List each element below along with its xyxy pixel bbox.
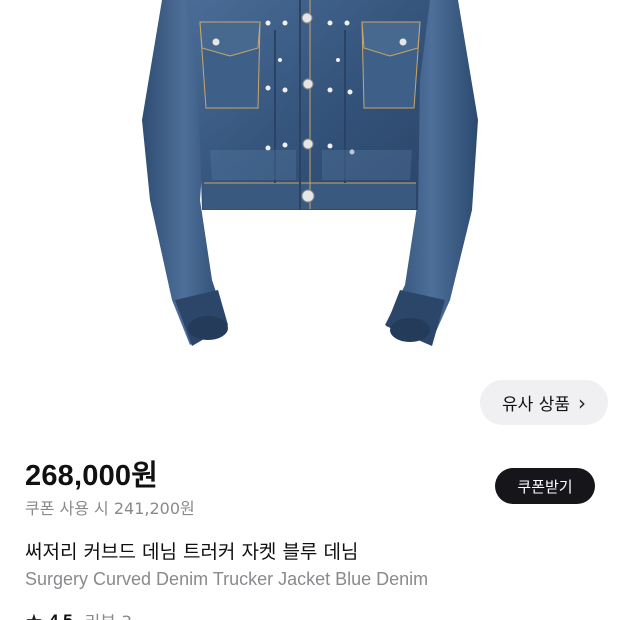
chevron-right-icon: › [577, 390, 586, 415]
product-price: 268,000원 [25, 460, 159, 492]
rating-row[interactable]: ★ 4.5 리뷰 3 [25, 608, 132, 620]
get-coupon-button[interactable]: 쿠폰받기 [495, 468, 595, 504]
product-title-ko: 써저리 커브드 데님 트러커 자켓 블루 데님 [25, 541, 359, 563]
similar-products-label: 유사 상품 [502, 395, 570, 415]
product-title-en: Surgery Curved Denim Trucker Jacket Blue… [25, 569, 429, 589]
review-count[interactable]: 리뷰 3 [85, 608, 133, 620]
star-icon: ★ [25, 611, 43, 620]
rating-score: 4.5 [48, 610, 73, 620]
similar-products-button[interactable]: 유사 상품 › [480, 380, 608, 425]
denim-jacket-image [142, 0, 478, 346]
product-image [0, 0, 620, 372]
coupon-price: 쿠폰 사용 시 241,200원 [25, 499, 195, 518]
